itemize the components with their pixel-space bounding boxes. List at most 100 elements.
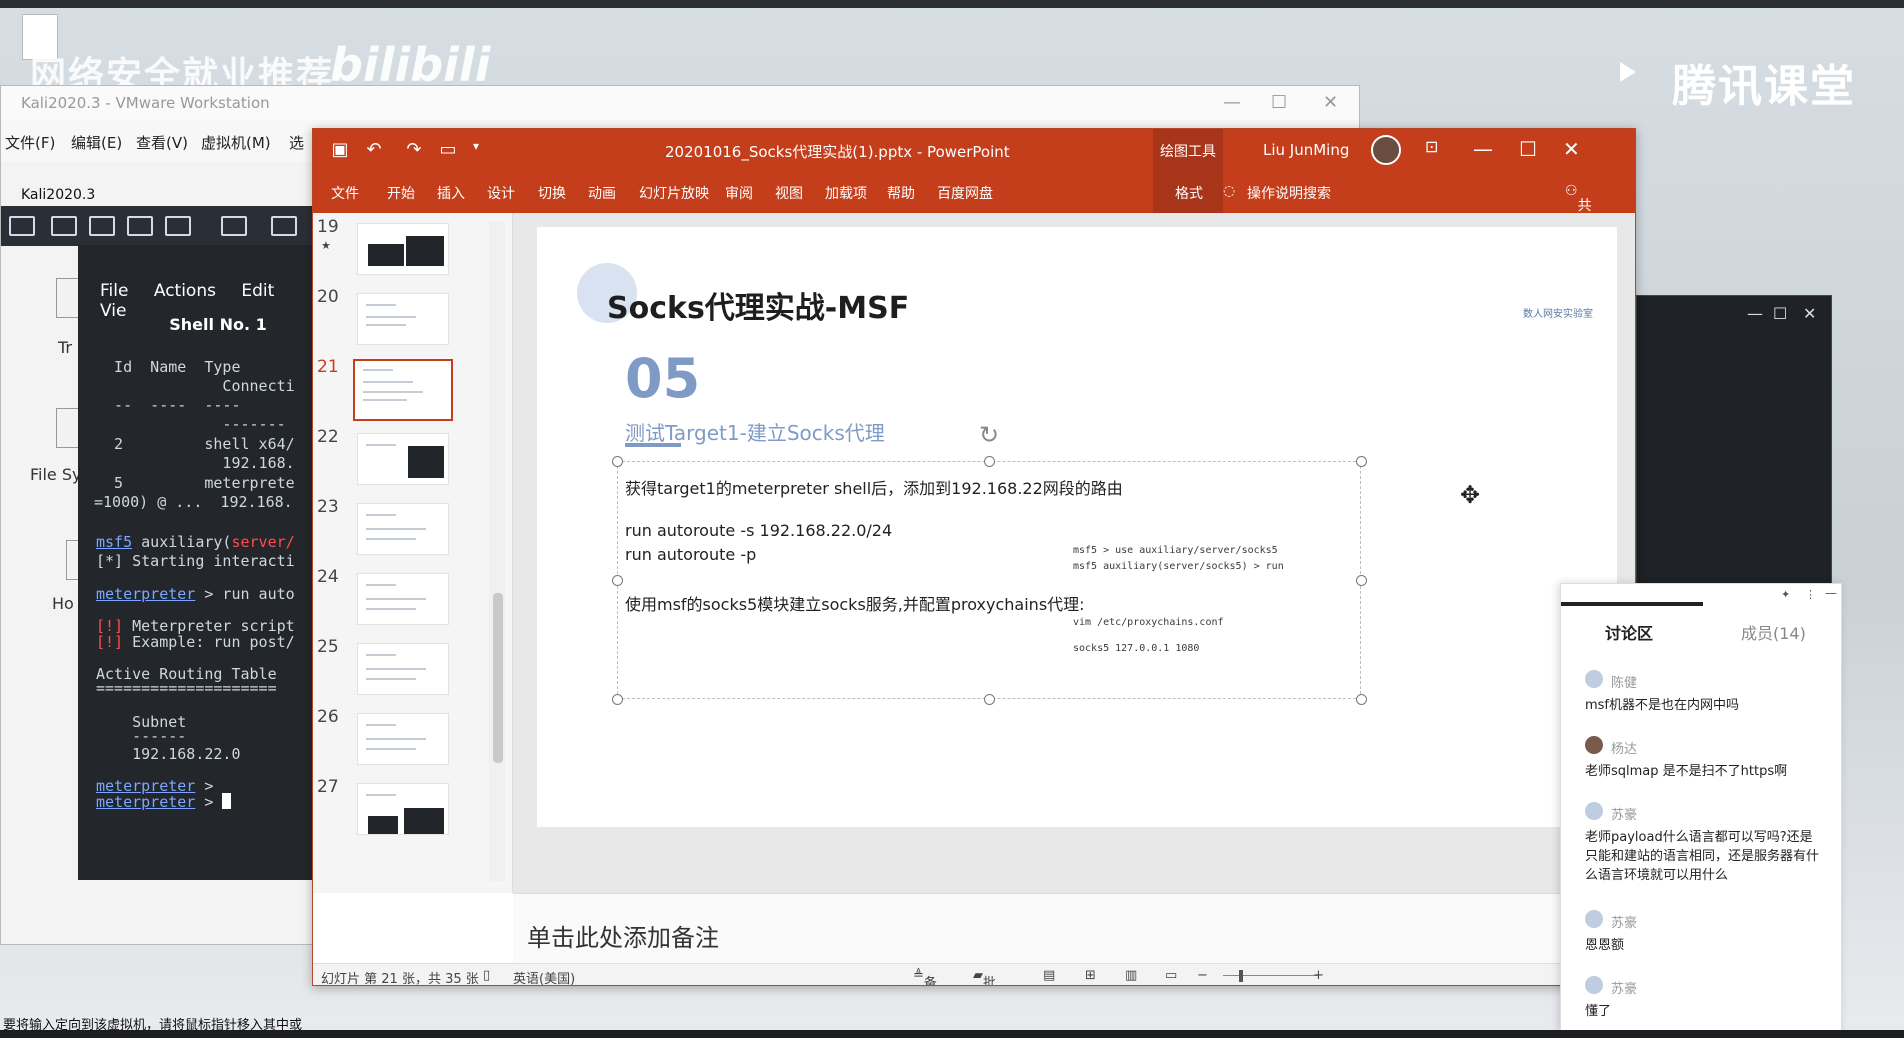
tab-baidu[interactable]: 百度网盘 xyxy=(937,183,993,203)
slide-thumbnail[interactable] xyxy=(357,643,449,695)
tab-file[interactable]: 文件 xyxy=(331,183,359,203)
thumbnail-scroll-thumb[interactable] xyxy=(493,593,503,763)
slideshow-view-icon[interactable]: ▭ xyxy=(1165,968,1177,983)
close-icon[interactable]: ✕ xyxy=(1323,92,1338,113)
record-icon[interactable] xyxy=(165,216,191,236)
slide-thumbnail[interactable] xyxy=(357,223,449,275)
slide-canvas[interactable]: Socks代理实战-MSF 数人网安实验室 05 测试Target1-建立Soc… xyxy=(537,227,1617,827)
customize-icon[interactable]: ▾ xyxy=(465,139,487,161)
close-icon[interactable]: ✕ xyxy=(1803,304,1816,323)
notes-pane[interactable]: 单击此处添加备注 xyxy=(513,893,1635,963)
subtitle-underline xyxy=(625,443,681,447)
section-subtitle[interactable]: 测试Target1-建立Socks代理 xyxy=(625,417,885,446)
toolbar-icon[interactable] xyxy=(221,216,247,236)
minimize-icon[interactable]: — xyxy=(1747,304,1763,323)
ribbon-display-icon[interactable]: ⊡ xyxy=(1425,137,1438,156)
powerpoint-window: ▣ ↶ ↷ ▭ ▾ 20201016_Socks代理实战(1).pptx - P… xyxy=(312,128,1636,986)
tab-addins[interactable]: 加载项 xyxy=(825,183,867,203)
slide-title[interactable]: Socks代理实战-MSF xyxy=(607,283,909,327)
more-icon[interactable]: ⋮ xyxy=(1805,588,1816,601)
resize-handle[interactable] xyxy=(612,575,623,586)
present-icon[interactable]: ▭ xyxy=(437,139,459,161)
tab-slideshow[interactable]: 幻灯片放映 xyxy=(639,183,709,203)
menu-file[interactable]: 文件(F) xyxy=(5,132,55,153)
minimize-icon[interactable]: — xyxy=(1473,137,1493,161)
tab-discussion[interactable]: 讨论区 xyxy=(1605,620,1653,644)
menu-edit[interactable]: 编辑(E) xyxy=(71,132,122,153)
slide-thumbnail[interactable] xyxy=(357,433,449,485)
menu-options[interactable]: 选 xyxy=(289,132,304,153)
tab-animations[interactable]: 动画 xyxy=(588,183,616,203)
avatar[interactable] xyxy=(1371,135,1401,165)
comments-toggle[interactable]: ▰ 批注 xyxy=(973,968,996,985)
terminal-menu-file[interactable]: File xyxy=(100,281,128,301)
menu-vm[interactable]: 虚拟机(M) xyxy=(201,132,271,153)
spellcheck-icon[interactable]: ▯ xyxy=(483,968,490,983)
redo-icon[interactable]: ↷ xyxy=(403,139,425,161)
terminal-menu-actions[interactable]: Actions xyxy=(154,281,216,301)
terminal-line: =1000) @ ... 192.168. xyxy=(94,493,293,511)
menu-view[interactable]: 查看(V) xyxy=(136,132,188,153)
tab-members[interactable]: 成员(14) xyxy=(1741,620,1806,644)
tab-help[interactable]: 帮助 xyxy=(887,183,915,203)
sorter-view-icon[interactable]: ⊞ xyxy=(1085,968,1096,983)
language[interactable]: 英语(美国) xyxy=(513,968,575,985)
aux-module: server/ xyxy=(231,533,295,551)
zoom-slider-thumb[interactable] xyxy=(1239,970,1243,982)
zoom-out-button[interactable]: − xyxy=(1197,968,1208,983)
minimize-icon[interactable]: — xyxy=(1223,92,1241,113)
terminal-menu-edit[interactable]: Edit xyxy=(241,281,274,301)
tell-me-search[interactable]: 操作说明搜索 xyxy=(1247,183,1331,203)
slide-thumbnail-active[interactable] xyxy=(353,359,453,421)
undo-icon[interactable]: ↶ xyxy=(363,139,385,161)
kali-terminal[interactable]: File Actions Edit Vie Shell No. 1 Id Nam… xyxy=(78,245,318,880)
desktop-label-filesystem: File Sy xyxy=(30,465,82,484)
resize-handle[interactable] xyxy=(1356,694,1367,705)
save-icon[interactable]: ▣ xyxy=(329,139,351,161)
tab-transitions[interactable]: 切换 xyxy=(538,183,566,203)
resize-handle[interactable] xyxy=(984,694,995,705)
maximize-icon[interactable]: ☐ xyxy=(1773,304,1787,323)
slide-thumbnail[interactable] xyxy=(357,293,449,345)
maximize-icon[interactable]: ☐ xyxy=(1271,92,1287,113)
tab-insert[interactable]: 插入 xyxy=(437,183,465,203)
share-button[interactable]: ⚇ 共享 xyxy=(1565,183,1592,234)
normal-view-icon[interactable]: ▤ xyxy=(1043,968,1055,983)
meterpreter-prompt: meterpreter xyxy=(96,793,196,811)
toolbar-icon[interactable] xyxy=(127,216,153,236)
message-text: msf机器不是也在内网中吗 xyxy=(1585,698,1740,713)
toolbar-icon[interactable] xyxy=(271,216,297,236)
minimize-icon[interactable]: — xyxy=(1825,586,1837,600)
thumbnail-scrollbar[interactable] xyxy=(489,221,505,881)
notes-toggle[interactable]: ≜ 备注 xyxy=(913,968,937,985)
folder-icon[interactable] xyxy=(89,216,115,236)
resize-handle[interactable] xyxy=(984,456,995,467)
bottom-border xyxy=(0,1030,1904,1038)
zoom-slider[interactable] xyxy=(1223,975,1319,976)
slide-thumbnail[interactable] xyxy=(357,503,449,555)
toolbar-icon[interactable] xyxy=(9,216,35,236)
toolbar-icon[interactable] xyxy=(51,216,77,236)
close-icon[interactable]: ✕ xyxy=(1563,137,1580,161)
tab-format[interactable]: 格式 xyxy=(1175,183,1203,203)
zoom-in-button[interactable]: + xyxy=(1313,968,1324,983)
pin-icon[interactable]: ✦ xyxy=(1781,588,1790,601)
tab-view[interactable]: 视图 xyxy=(775,183,803,203)
reading-view-icon[interactable]: ▥ xyxy=(1125,968,1137,983)
run-cmd: > run auto xyxy=(195,585,295,603)
rotate-handle-icon[interactable]: ↻ xyxy=(979,421,999,449)
tab-home[interactable]: 开始 xyxy=(387,183,415,203)
routing-underline: ==================== xyxy=(96,679,277,697)
resize-handle[interactable] xyxy=(612,456,623,467)
resize-handle[interactable] xyxy=(1356,456,1367,467)
section-number[interactable]: 05 xyxy=(625,347,700,410)
resize-handle[interactable] xyxy=(1356,575,1367,586)
maximize-icon[interactable]: ☐ xyxy=(1519,137,1537,161)
slide-thumbnail[interactable] xyxy=(357,783,449,835)
resize-handle[interactable] xyxy=(612,694,623,705)
tab-design[interactable]: 设计 xyxy=(487,183,515,203)
thumb-number: 23 xyxy=(317,497,339,517)
slide-thumbnail[interactable] xyxy=(357,573,449,625)
tab-review[interactable]: 审阅 xyxy=(725,183,753,203)
slide-thumbnail[interactable] xyxy=(357,713,449,765)
